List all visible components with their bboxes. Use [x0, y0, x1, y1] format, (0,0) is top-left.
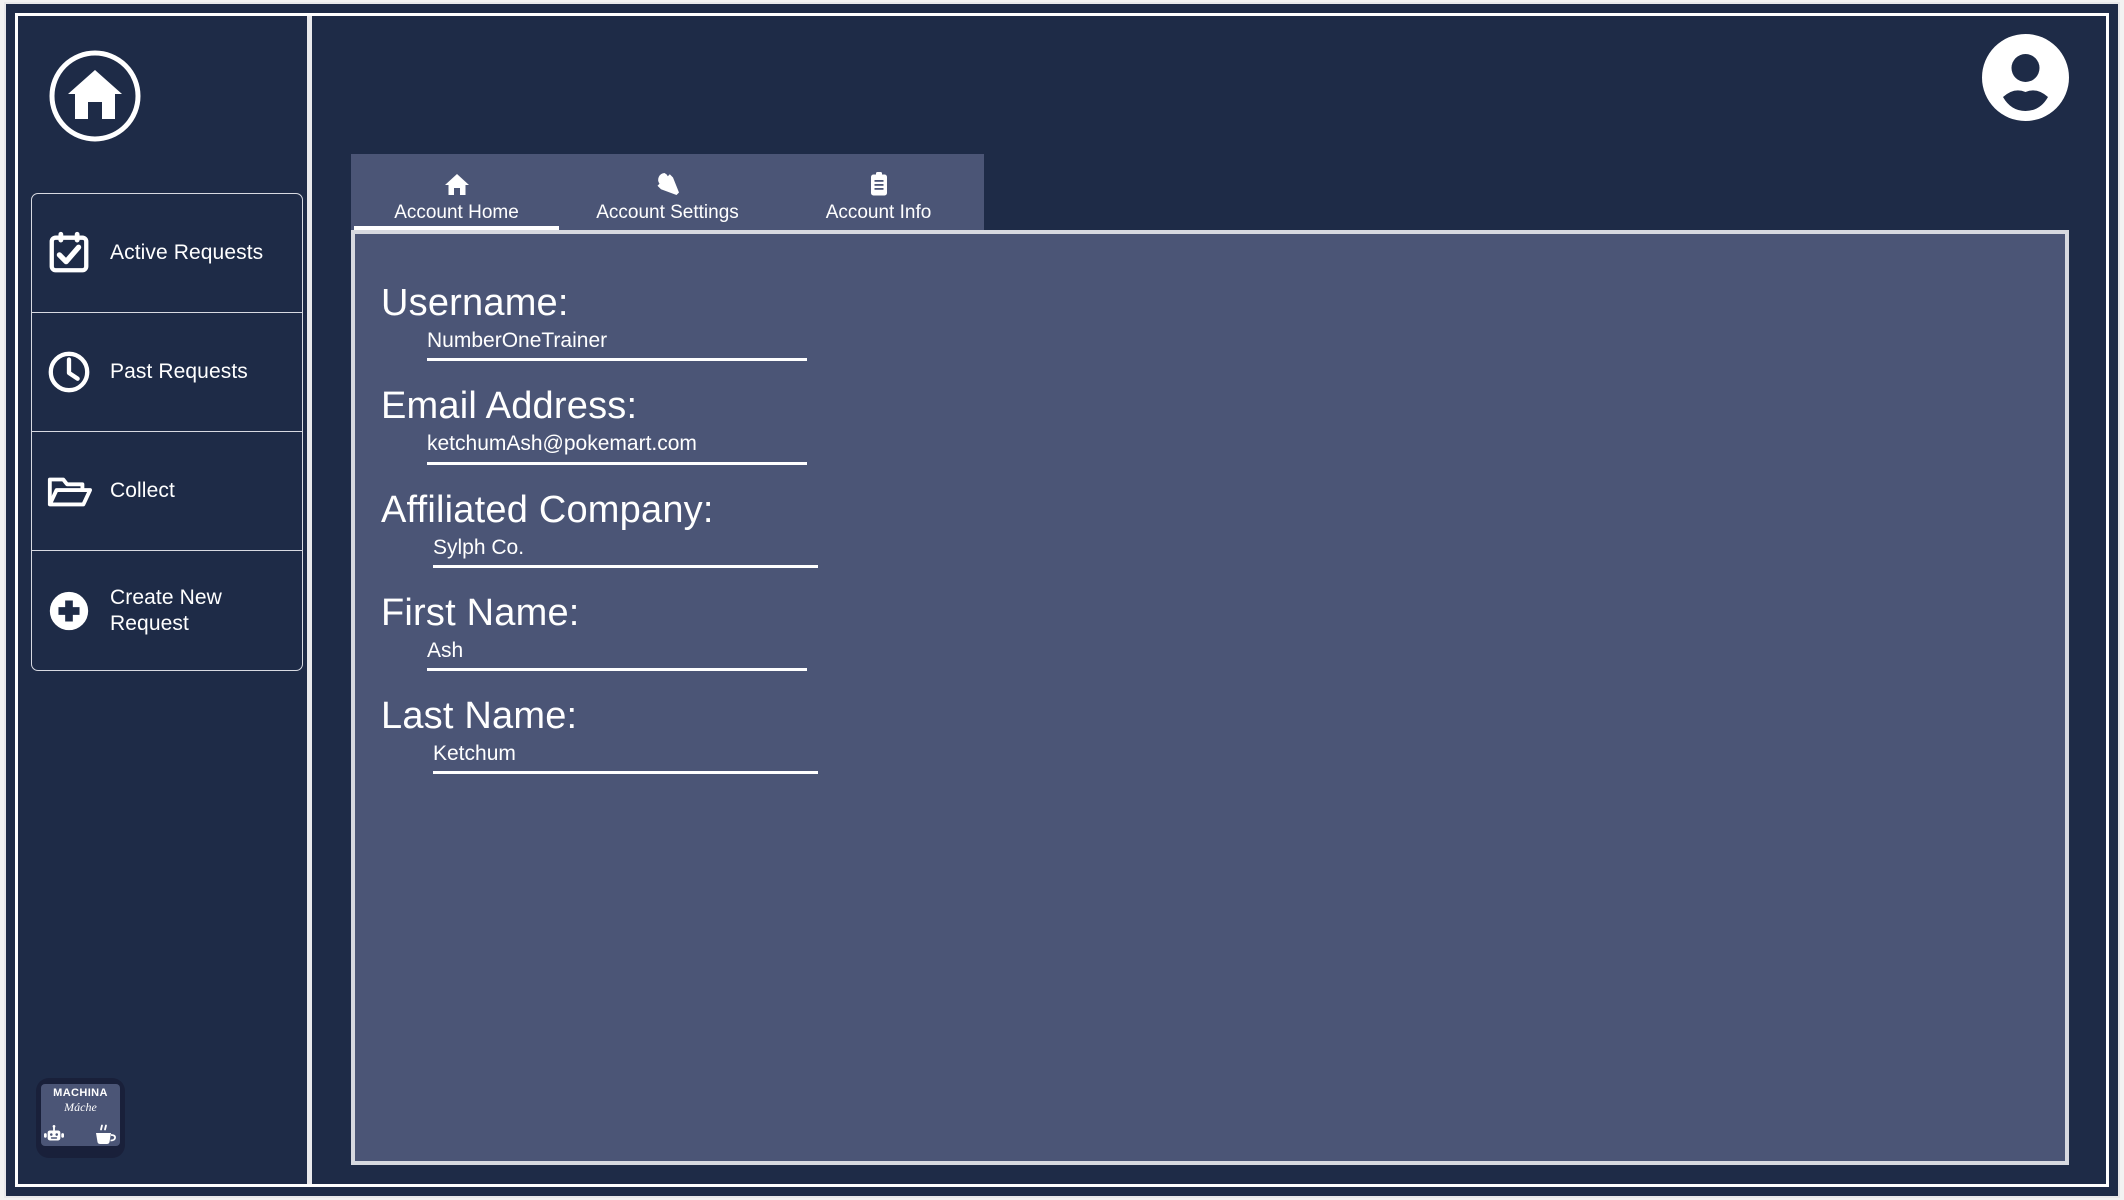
- sidebar-item-create-new-request[interactable]: Create New Request: [32, 551, 302, 670]
- wrench-icon: [655, 171, 681, 197]
- brand-subtitle: Máche: [64, 1100, 97, 1114]
- application-window: Active Requests Past Requests Collect Cr…: [4, 2, 2120, 1198]
- account-home-panel: Username: NumberOneTrainer Email Address…: [351, 230, 2069, 1165]
- account-tab-bar: Account Home Account Settings Account In…: [351, 154, 984, 230]
- field-value: NumberOneTrainer: [427, 329, 608, 353]
- tab-label: Account Settings: [596, 202, 739, 223]
- folder-open-icon: [46, 468, 92, 514]
- tab-account-info[interactable]: Account Info: [773, 154, 984, 230]
- robot-icon: [43, 1125, 65, 1145]
- company-input[interactable]: Sylph Co.: [433, 536, 818, 568]
- field-value: Ash: [427, 639, 464, 663]
- sidebar-menu: Active Requests Past Requests Collect Cr…: [31, 193, 303, 671]
- sidebar-item-label: Collect: [110, 479, 175, 503]
- field-label: Affiliated Company:: [381, 488, 714, 531]
- username-input[interactable]: NumberOneTrainer: [427, 329, 807, 362]
- brand-name: MACHINA: [53, 1087, 108, 1099]
- brand-badge: MACHINA Máche: [36, 1078, 125, 1158]
- field-label: First Name:: [381, 591, 580, 634]
- last-name-input[interactable]: Ketchum: [433, 742, 818, 775]
- tab-label: Account Home: [394, 202, 519, 223]
- account-circle-icon: [1982, 34, 2069, 121]
- avatar[interactable]: [1982, 34, 2069, 121]
- field-label: Email Address:: [381, 385, 638, 428]
- brand-plate: MACHINA Máche: [41, 1084, 120, 1146]
- field-email-address: Email Address: ketchumAsh@pokemart.com: [381, 381, 941, 465]
- sidebar-item-label: Past Requests: [110, 360, 248, 384]
- clipboard-icon: [866, 171, 892, 197]
- sidebar-item-label: Create New Request: [110, 585, 222, 635]
- tab-label: Account Info: [825, 202, 932, 223]
- email-input[interactable]: ketchumAsh@pokemart.com: [427, 432, 807, 465]
- sidebar-item-collect[interactable]: Collect: [32, 432, 302, 551]
- field-affiliated-company: Affiliated Company: Sylph Co.: [381, 485, 941, 568]
- field-first-name: First Name: Ash: [381, 588, 941, 672]
- window-inner-frame: Active Requests Past Requests Collect Cr…: [15, 13, 2109, 1187]
- field-username: Username: NumberOneTrainer: [381, 278, 941, 362]
- field-label: Username:: [381, 282, 569, 324]
- tab-account-home[interactable]: Account Home: [351, 154, 562, 230]
- home-icon: [444, 171, 470, 197]
- field-label: Last Name:: [381, 695, 578, 738]
- sidebar-item-past-requests[interactable]: Past Requests: [32, 313, 302, 432]
- coffee-cup-icon: [93, 1124, 117, 1145]
- sidebar-item-label: Active Requests: [110, 241, 264, 265]
- main-content-area: Account Home Account Settings Account In…: [312, 16, 2106, 1184]
- calendar-check-icon: [46, 230, 92, 276]
- field-value: Ketchum: [433, 742, 516, 766]
- clock-icon: [46, 349, 92, 395]
- plus-circle-icon: [46, 588, 92, 634]
- field-last-name: Last Name: Ketchum: [381, 691, 941, 775]
- sidebar: Active Requests Past Requests Collect Cr…: [18, 16, 307, 1184]
- home-logo-button[interactable]: [45, 46, 145, 146]
- sidebar-item-active-requests[interactable]: Active Requests: [32, 194, 302, 313]
- home-icon: [45, 46, 145, 146]
- field-value: Sylph Co.: [433, 535, 525, 559]
- account-details-form: Username: NumberOneTrainer Email Address…: [381, 278, 941, 794]
- tab-account-settings[interactable]: Account Settings: [562, 154, 773, 230]
- field-value: ketchumAsh@pokemart.com: [427, 432, 697, 456]
- first-name-input[interactable]: Ash: [427, 639, 807, 672]
